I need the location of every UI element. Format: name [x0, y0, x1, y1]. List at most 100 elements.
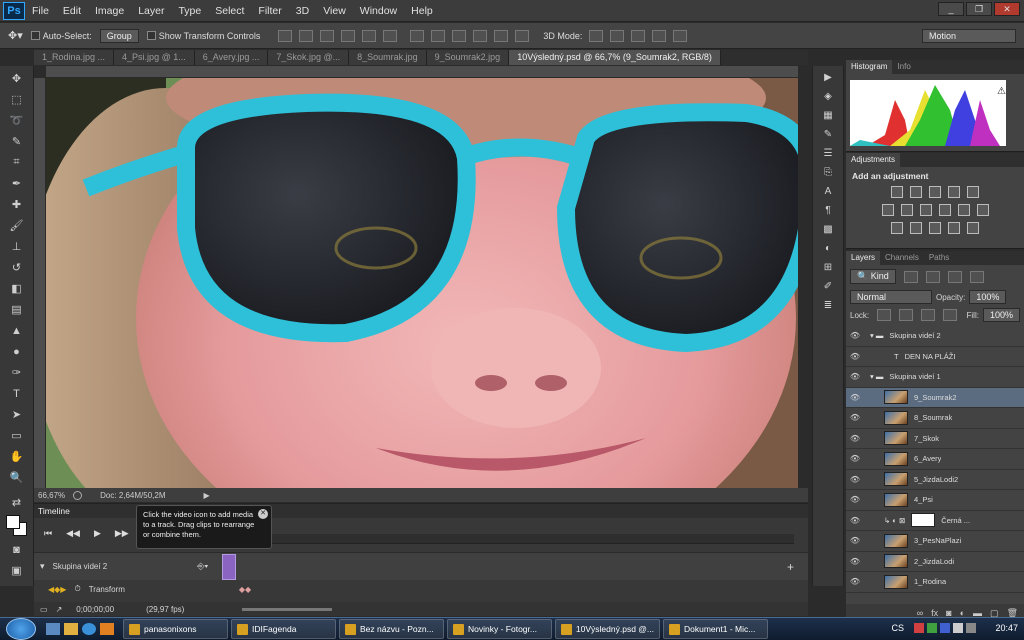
document-tab[interactable]: 6_Avery.jpg ... [194, 50, 269, 65]
layer-row[interactable]: 👁 ▾ ▬ Skupina videí 2 [846, 326, 1024, 347]
layer-thumbnail[interactable] [884, 492, 908, 507]
layer-row[interactable]: 👁 ▾ ▬ Skupina videí 1 [846, 367, 1024, 388]
document-tab[interactable]: 9_Soumrak2.jpg [426, 50, 510, 65]
tray-icon-2[interactable] [927, 623, 937, 633]
pen-tool-icon[interactable]: ✑ [8, 364, 26, 381]
lock-position-icon[interactable] [921, 309, 936, 321]
tooltip-close-icon[interactable]: ✕ [258, 509, 268, 519]
blur-tool-icon[interactable]: ▲ [8, 322, 26, 339]
notes-panel-icon[interactable]: ✐ [820, 279, 836, 293]
crop-tool-icon[interactable]: ⌗ [8, 154, 26, 171]
taskbar-item[interactable]: Bez názvu - Pozn... [339, 619, 444, 639]
filter-adjustment-icon[interactable] [925, 270, 940, 283]
video-clip[interactable] [222, 553, 237, 580]
tab-paths[interactable]: Paths [924, 251, 954, 265]
brush-tool-icon[interactable]: 🖌 [8, 217, 26, 234]
keyframe-marker-icon[interactable]: ◆◆ [239, 585, 251, 594]
layer-row[interactable]: 👁 2_JizdaLodi [846, 552, 1024, 572]
type-tool-icon[interactable]: T [8, 385, 26, 402]
align-bottom-icon[interactable] [320, 29, 335, 42]
marquee-tool-icon[interactable]: ⬚ [8, 91, 26, 108]
quick-mask-icon[interactable]: ◙ [8, 541, 26, 558]
play-button-icon[interactable]: ▶ [94, 528, 101, 539]
menu-view[interactable]: View [316, 5, 353, 17]
history-panel-icon[interactable]: ▦ [820, 108, 836, 122]
levels-icon[interactable] [910, 186, 922, 198]
visibility-eye-icon[interactable]: 👁 [846, 557, 864, 566]
brush-panel-icon[interactable]: ✎ [820, 127, 836, 141]
taskbar-item[interactable]: Novinky - Fotogr... [447, 619, 552, 639]
layer-mask-thumbnail[interactable] [911, 513, 936, 528]
visibility-eye-icon[interactable]: 👁 [846, 495, 864, 504]
previous-frame-icon[interactable]: ◀◀ [66, 528, 80, 539]
layer-kind-filter[interactable]: 🔍 Kind [850, 269, 896, 284]
workspace-dropdown[interactable]: Motion [922, 28, 1016, 43]
layer-row[interactable]: 👁 8_Soumrak [846, 408, 1024, 429]
taskbar-item[interactable]: IDIFagenda [231, 619, 336, 639]
media-player-icon[interactable] [100, 623, 114, 635]
filter-type-icon[interactable] [947, 270, 962, 283]
eyedropper-tool-icon[interactable]: ✒ [8, 175, 26, 192]
tab-info[interactable]: Info [892, 60, 915, 74]
align-top-icon[interactable] [278, 29, 293, 42]
menu-select[interactable]: Select [208, 5, 251, 17]
color-swatches[interactable] [5, 515, 28, 537]
stopwatch-icon[interactable]: ⏱ [74, 584, 80, 594]
visibility-eye-icon[interactable]: 👁 [846, 434, 864, 443]
menu-3d[interactable]: 3D [289, 5, 316, 17]
document-tab[interactable]: 7_Skok.jpg @... [268, 50, 350, 65]
menu-edit[interactable]: Edit [56, 5, 88, 17]
transform-controls-option[interactable]: Show Transform Controls [146, 31, 260, 41]
eraser-tool-icon[interactable]: ◧ [8, 280, 26, 297]
tab-adjustments[interactable]: Adjustments [846, 153, 901, 167]
tool-presets-icon[interactable]: ☰ [820, 146, 836, 160]
swatches-panel-icon[interactable]: ▩ [820, 222, 836, 236]
timeline-settings-icon[interactable]: ▭ [40, 605, 48, 614]
shape-tool-icon[interactable]: ▭ [8, 427, 26, 444]
3d-scale-icon[interactable] [673, 29, 688, 42]
distribute-bottom-icon[interactable] [452, 29, 467, 42]
path-selection-tool-icon[interactable]: ➤ [8, 406, 26, 423]
taskbar-item[interactable]: Dokument1 - Mic... [663, 619, 768, 639]
curves-icon[interactable] [929, 186, 941, 198]
clone-stamp-tool-icon[interactable]: ⊥ [8, 238, 26, 255]
blend-mode-dropdown[interactable]: Normal [850, 290, 932, 304]
layer-thumbnail[interactable] [884, 472, 908, 487]
menu-file[interactable]: File [25, 5, 56, 17]
brightness-contrast-icon[interactable] [891, 186, 903, 198]
3d-roll-icon[interactable] [610, 29, 625, 42]
invert-icon[interactable] [891, 222, 903, 234]
timeline-ruler[interactable] [234, 534, 794, 544]
layer-row[interactable]: 👁 6_Avery [846, 449, 1024, 470]
distribute-right-icon[interactable] [515, 29, 530, 42]
document-canvas[interactable] [46, 78, 798, 488]
opacity-field[interactable]: 100% [969, 290, 1007, 304]
visibility-eye-icon[interactable]: 👁 [846, 413, 864, 422]
paragraph-panel-icon[interactable]: ¶ [820, 203, 836, 217]
auto-select-checkbox[interactable] [30, 31, 40, 40]
auto-select-option[interactable]: Auto-Select: [30, 31, 92, 41]
lock-image-icon[interactable] [899, 309, 914, 321]
menu-type[interactable]: Type [171, 5, 208, 17]
show-desktop-icon[interactable] [46, 623, 60, 635]
taskbar-item[interactable]: panasonixons [123, 619, 228, 639]
layer-row[interactable]: 👁 9_Soumrak2 [846, 387, 1024, 408]
tab-histogram[interactable]: Histogram [846, 60, 893, 74]
auto-select-dropdown[interactable]: Group [99, 28, 139, 43]
filter-shape-icon[interactable] [969, 270, 984, 283]
photo-filter-icon[interactable] [938, 204, 951, 216]
zoom-tool-icon[interactable]: 🔍 [8, 469, 26, 486]
add-track-icon[interactable]: + [787, 560, 794, 574]
color-balance-icon[interactable] [900, 204, 913, 216]
3d-panel-icon[interactable]: ◈ [820, 89, 836, 103]
language-indicator[interactable]: CS [891, 623, 904, 633]
render-video-icon[interactable]: ↗ [56, 605, 63, 614]
lock-transparent-icon[interactable] [877, 309, 892, 321]
screen-mode-icon[interactable]: ▣ [8, 562, 26, 579]
visibility-eye-icon[interactable]: 👁 [846, 352, 864, 361]
menu-help[interactable]: Help [404, 5, 440, 17]
clone-source-icon[interactable]: ⎘ [820, 165, 836, 179]
filter-pixel-icon[interactable] [903, 270, 918, 283]
add-media-icon[interactable]: ⎆▾ [197, 561, 208, 572]
play-icon[interactable]: ▶ [820, 70, 836, 84]
